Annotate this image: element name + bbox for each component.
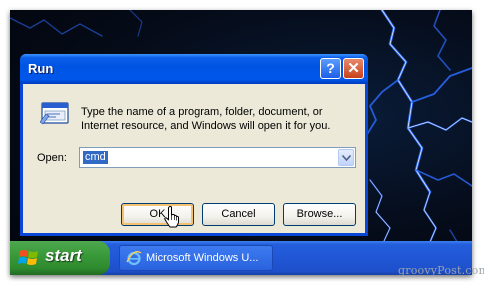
- watermark: groovyPost.com: [398, 264, 484, 277]
- title-bar[interactable]: Run ? ✕: [20, 54, 368, 84]
- taskbar-item-ie[interactable]: Microsoft Windows U...: [119, 245, 273, 271]
- cancel-button[interactable]: Cancel: [202, 203, 275, 226]
- window-title: Run: [28, 61, 54, 76]
- hand-cursor-icon: [164, 206, 179, 228]
- run-dialog: Run ? ✕ Type the name of a program, fold…: [20, 54, 368, 236]
- open-input-value[interactable]: cmd: [83, 151, 108, 164]
- close-icon: ✕: [347, 60, 360, 77]
- internet-explorer-icon: [126, 251, 142, 266]
- open-combobox[interactable]: cmd: [79, 147, 356, 168]
- start-button[interactable]: start: [10, 241, 110, 275]
- desktop: Run ? ✕ Type the name of a program, fold…: [10, 10, 472, 275]
- run-program-icon: [39, 100, 72, 130]
- windows-logo-icon: [18, 250, 38, 265]
- help-icon: ?: [326, 60, 335, 76]
- taskbar-item-label: Microsoft Windows U...: [146, 252, 259, 264]
- dropdown-arrow-button[interactable]: [338, 149, 354, 166]
- dropdown-arrow-icon: [342, 155, 351, 161]
- open-label: Open:: [37, 152, 67, 164]
- close-button[interactable]: ✕: [343, 58, 364, 79]
- run-description: Type the name of a program, folder, docu…: [81, 106, 331, 132]
- ok-button[interactable]: OK: [121, 203, 194, 226]
- start-label: start: [45, 246, 82, 265]
- screenshot-frame: Run ? ✕ Type the name of a program, fold…: [0, 0, 484, 287]
- browse-button[interactable]: Browse...: [283, 203, 356, 226]
- help-button[interactable]: ?: [320, 58, 341, 79]
